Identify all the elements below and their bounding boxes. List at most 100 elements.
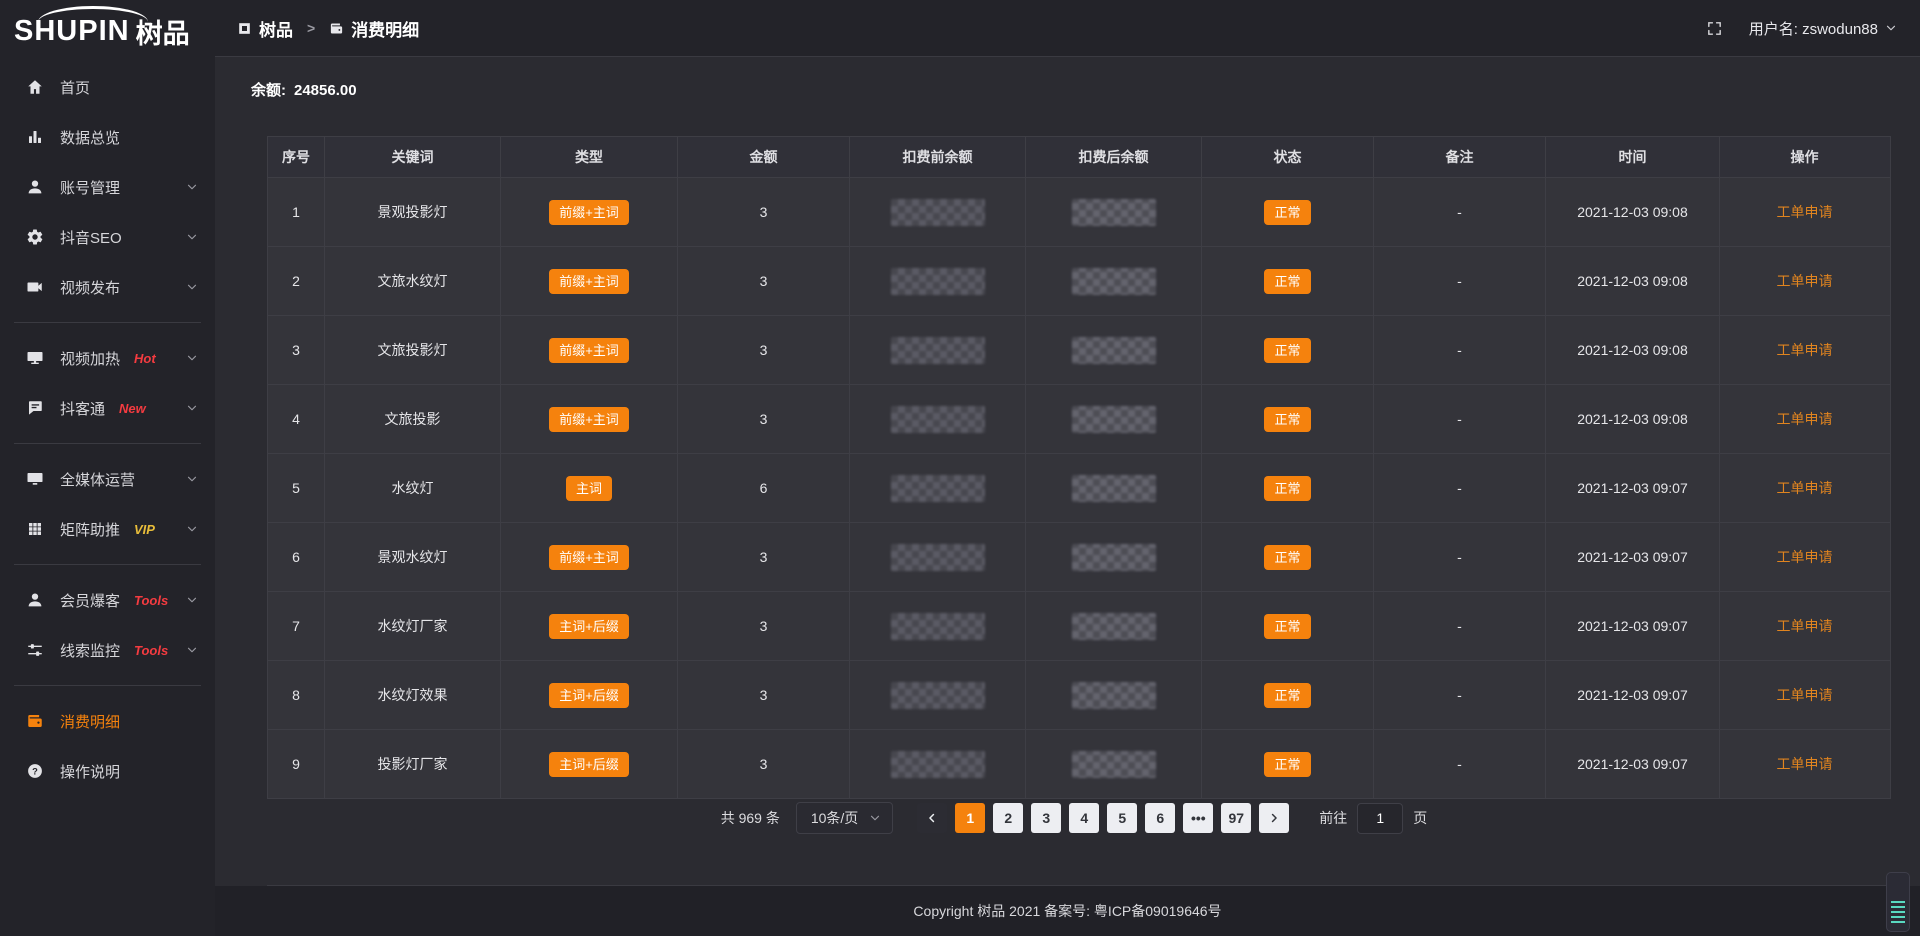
cell-type: 前缀+主词	[501, 523, 678, 591]
home-icon	[26, 78, 44, 96]
sidebar-badge-hot: Hot	[134, 351, 156, 366]
page-button-5[interactable]: 5	[1107, 803, 1137, 833]
page-button-2[interactable]: 2	[993, 803, 1023, 833]
page-button-1[interactable]: 1	[955, 803, 985, 833]
page-button-97[interactable]: 97	[1221, 803, 1251, 833]
cell-balance-before	[850, 247, 1026, 315]
chevron-down-icon	[185, 472, 199, 486]
cell-balance-after	[1026, 316, 1202, 384]
table-row: 9投影灯厂家主词+后缀3正常-2021-12-03 09:07工单申请	[268, 729, 1890, 798]
sidebar-item-douketong[interactable]: 抖客通New	[0, 383, 215, 433]
censored-value	[1072, 751, 1156, 778]
monitor-icon	[26, 470, 44, 488]
cell-keyword: 文旅投影	[325, 385, 501, 453]
cell-amount: 3	[678, 730, 850, 798]
cell-note: -	[1374, 730, 1546, 798]
cell-action: 工单申请	[1720, 661, 1889, 729]
goto-page-input[interactable]	[1357, 803, 1403, 834]
sidebar-item-home[interactable]: 首页	[0, 62, 215, 112]
cell-balance-after	[1026, 178, 1202, 246]
sidebar-item-account-manage[interactable]: 账号管理	[0, 162, 215, 212]
censored-value	[1072, 337, 1156, 364]
work-order-link[interactable]: 工单申请	[1777, 409, 1833, 429]
cell-seq: 5	[268, 454, 325, 522]
censored-value	[1072, 613, 1156, 640]
type-tag: 前缀+主词	[549, 269, 629, 294]
work-order-link[interactable]: 工单申请	[1777, 547, 1833, 567]
column-header: 关键词	[325, 137, 501, 177]
cell-balance-before	[850, 523, 1026, 591]
cell-seq: 8	[268, 661, 325, 729]
type-tag: 主词	[566, 476, 612, 501]
sidebar-divider	[14, 443, 201, 444]
next-page-button[interactable]	[1259, 803, 1289, 833]
sidebar-item-label: 线索监控	[60, 640, 120, 661]
breadcrumb-item-shupin[interactable]: 树品	[259, 16, 293, 41]
sidebar-item-label: 操作说明	[60, 761, 120, 782]
sidebar-item-media-operation[interactable]: 全媒体运营	[0, 454, 215, 504]
more-pages-button[interactable]: •••	[1183, 803, 1213, 833]
chart-icon	[26, 128, 44, 146]
censored-value	[1072, 544, 1156, 571]
sidebar-item-member-baoke[interactable]: 会员爆客Tools	[0, 575, 215, 625]
work-order-link[interactable]: 工单申请	[1777, 271, 1833, 291]
sidebar-item-label: 消费明细	[60, 711, 120, 732]
cell-keyword: 景观投影灯	[325, 178, 501, 246]
copyright-text: Copyright 树品 2021 备案号: 粤ICP备09019646号	[913, 901, 1221, 921]
cell-time: 2021-12-03 09:07	[1546, 661, 1720, 729]
cell-time: 2021-12-03 09:08	[1546, 316, 1720, 384]
cell-action: 工单申请	[1720, 178, 1889, 246]
cell-balance-after	[1026, 730, 1202, 798]
work-order-link[interactable]: 工单申请	[1777, 478, 1833, 498]
sidebar-item-video-heating[interactable]: 视频加热Hot	[0, 333, 215, 383]
sidebar-item-data-overview[interactable]: 数据总览	[0, 112, 215, 162]
cell-balance-before	[850, 316, 1026, 384]
cell-balance-before	[850, 178, 1026, 246]
censored-value	[891, 406, 985, 433]
user-dropdown[interactable]: 用户名: zswodun88	[1749, 18, 1898, 39]
page-button-4[interactable]: 4	[1069, 803, 1099, 833]
sidebar-item-clue-monitor[interactable]: 线索监控Tools	[0, 625, 215, 675]
page-button-3[interactable]: 3	[1031, 803, 1061, 833]
sidebar-item-consume-detail[interactable]: 消费明细	[0, 696, 215, 746]
sidebar-badge-tools: Tools	[134, 593, 168, 608]
work-order-link[interactable]: 工单申请	[1777, 202, 1833, 222]
censored-value	[891, 682, 985, 709]
cell-note: -	[1374, 247, 1546, 315]
pagination: 共 969 条 10条/页 123456•••97 前往 页	[267, 802, 1891, 834]
sidebar-item-video-publish[interactable]: 视频发布	[0, 262, 215, 312]
censored-value	[891, 475, 985, 502]
cell-balance-before	[850, 385, 1026, 453]
type-tag: 前缀+主词	[549, 545, 629, 570]
work-order-link[interactable]: 工单申请	[1777, 616, 1833, 636]
prev-page-button[interactable]	[917, 803, 947, 833]
column-header: 时间	[1546, 137, 1720, 177]
sidebar-badge-vip: VIP	[134, 522, 155, 537]
page-size-select[interactable]: 10条/页	[796, 802, 893, 834]
type-tag: 前缀+主词	[549, 200, 629, 225]
page-button-6[interactable]: 6	[1145, 803, 1175, 833]
status-badge: 正常	[1264, 614, 1310, 639]
type-tag: 主词+后缀	[549, 752, 629, 777]
sidebar-item-operation-guide[interactable]: ?操作说明	[0, 746, 215, 796]
censored-value	[891, 751, 985, 778]
work-order-link[interactable]: 工单申请	[1777, 754, 1833, 774]
work-order-link[interactable]: 工单申请	[1777, 340, 1833, 360]
page-buttons: 123456 ••• 97	[913, 803, 1293, 833]
cell-action: 工单申请	[1720, 316, 1889, 384]
chevron-down-icon	[185, 230, 199, 244]
table-row: 2文旅水纹灯前缀+主词3正常-2021-12-03 09:08工单申请	[268, 246, 1890, 315]
sidebar-item-matrix-boost[interactable]: 矩阵助推VIP	[0, 504, 215, 554]
chevron-down-icon	[185, 351, 199, 365]
cell-seq: 4	[268, 385, 325, 453]
fullscreen-icon[interactable]	[1706, 20, 1723, 37]
work-order-link[interactable]: 工单申请	[1777, 685, 1833, 705]
cell-action: 工单申请	[1720, 592, 1889, 660]
cell-amount: 3	[678, 661, 850, 729]
cell-status: 正常	[1202, 592, 1374, 660]
cell-seq: 9	[268, 730, 325, 798]
wallet-icon	[329, 21, 344, 36]
chat-icon	[26, 399, 44, 417]
sidebar-item-douyin-seo[interactable]: 抖音SEO	[0, 212, 215, 262]
floating-widget[interactable]	[1886, 872, 1910, 932]
